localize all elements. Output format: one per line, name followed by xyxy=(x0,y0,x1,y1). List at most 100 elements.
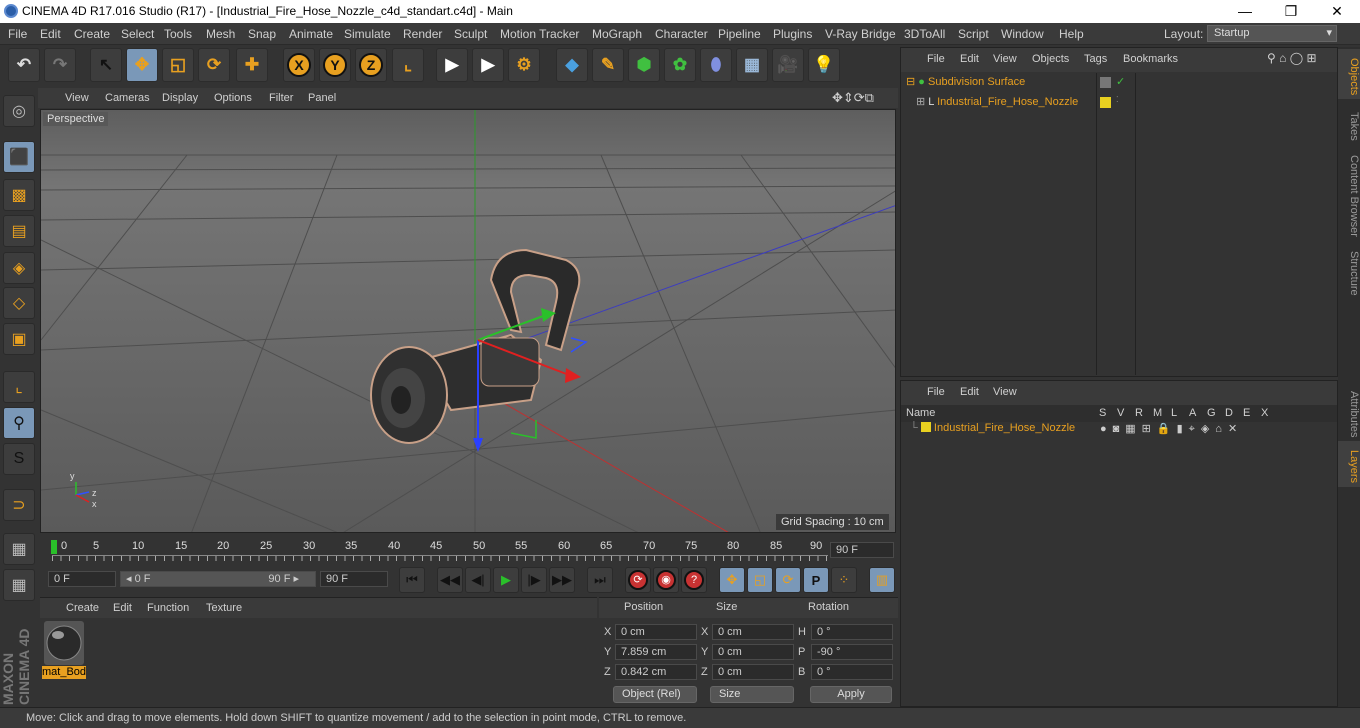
menu-create[interactable]: Create xyxy=(74,27,110,41)
timeline-ruler[interactable]: 0 5 10 15 20 25 30 35 40 45 50 55 60 65 … xyxy=(40,537,896,563)
key-pla-button[interactable]: ⁘ xyxy=(831,567,857,593)
material-preview-icon[interactable] xyxy=(44,621,84,665)
expressions-column[interactable]: E xyxy=(1243,407,1250,419)
menu-help[interactable]: Help xyxy=(1059,27,1084,41)
size-y-field[interactable]: 0 cm xyxy=(712,644,794,660)
menu-3dtoall[interactable]: 3DToAll xyxy=(904,27,945,41)
viewport-menu-options[interactable]: Options xyxy=(214,92,252,104)
tweak-mode-icon[interactable]: ⚲ xyxy=(3,407,35,439)
start-frame-field[interactable]: 0 F xyxy=(48,571,116,587)
texture-mode-icon[interactable]: ▩ xyxy=(3,179,35,211)
tab-content-browser[interactable]: Content Browser xyxy=(1338,145,1360,241)
axis-mode-icon[interactable]: ⌞ xyxy=(3,371,35,403)
menu-vray-bridge[interactable]: V-Ray Bridge xyxy=(825,27,896,41)
material-menu-function[interactable]: Function xyxy=(147,602,189,614)
menu-snap[interactable]: Snap xyxy=(248,27,276,41)
material-name-label[interactable]: mat_Bod xyxy=(42,666,86,679)
key-parameter-button[interactable]: P xyxy=(803,567,829,593)
floor-button[interactable]: ▦ xyxy=(736,48,768,82)
menu-mesh[interactable]: Mesh xyxy=(206,27,235,41)
scale-tool-button[interactable]: ◱ xyxy=(162,48,194,82)
locked-column[interactable]: L xyxy=(1171,407,1177,419)
position-z-field[interactable]: 0.842 cm xyxy=(615,664,697,680)
menu-sculpt[interactable]: Sculpt xyxy=(454,27,487,41)
xref-column[interactable]: X xyxy=(1261,407,1268,419)
current-frame-field[interactable]: 90 F xyxy=(830,542,894,558)
rotation-b-field[interactable]: 0 ° xyxy=(811,664,893,680)
coordinate-system-button[interactable]: ⌞ xyxy=(392,48,424,82)
object-menu-file[interactable]: File xyxy=(927,53,945,65)
collapse-icon[interactable]: ⊟ xyxy=(906,76,915,88)
redo-button[interactable]: ↷ xyxy=(44,48,76,82)
go-to-start-button[interactable]: ⏮ xyxy=(399,567,425,593)
layer-menu-view[interactable]: View xyxy=(993,386,1017,398)
coordinate-mode-dropdown[interactable]: Object (Rel) xyxy=(613,686,697,703)
apply-button[interactable]: Apply xyxy=(810,686,892,703)
rotate-tool-button[interactable]: ⟳ xyxy=(198,48,230,82)
close-button[interactable]: ✕ xyxy=(1314,0,1360,23)
object-menu-view[interactable]: View xyxy=(993,53,1017,65)
workplane-icon[interactable]: ▦ xyxy=(3,569,35,601)
make-editable-icon[interactable]: ◎ xyxy=(3,95,35,127)
undo-button[interactable]: ↶ xyxy=(8,48,40,82)
y-axis-lock-button[interactable]: Y xyxy=(319,48,351,82)
menu-mograph[interactable]: MoGraph xyxy=(592,27,642,41)
light-button[interactable]: 💡 xyxy=(808,48,840,82)
play-button[interactable]: ▶ xyxy=(493,567,519,593)
expand-icon[interactable]: ⊞ xyxy=(916,96,925,108)
previous-key-button[interactable]: ◀◀ xyxy=(437,567,463,593)
render-picture-viewer-button[interactable]: ▶ xyxy=(472,48,504,82)
tab-structure[interactable]: Structure xyxy=(1338,241,1360,299)
viewport-menu-cameras[interactable]: Cameras xyxy=(105,92,150,104)
layer-row[interactable]: └ Industrial_Fire_Hose_Nozzle ●◙▦⊞🔒▮⌖◈⌂✕ xyxy=(910,422,1335,441)
rotation-p-field[interactable]: -90 ° xyxy=(811,644,893,660)
animation-column[interactable]: A xyxy=(1189,407,1196,419)
tab-objects[interactable]: Objects xyxy=(1338,49,1360,99)
material-menu-texture[interactable]: Texture xyxy=(206,602,242,614)
autokeying-button[interactable]: ◉ xyxy=(653,567,679,593)
menu-select[interactable]: Select xyxy=(121,27,154,41)
lock-workplane-icon[interactable]: ▦ xyxy=(3,533,35,565)
position-y-field[interactable]: 7.859 cm xyxy=(615,644,697,660)
menu-pipeline[interactable]: Pipeline xyxy=(718,27,761,41)
layer-color-swatch-icon[interactable] xyxy=(920,422,931,432)
viewport-menu-view[interactable]: View xyxy=(65,92,89,104)
menu-edit[interactable]: Edit xyxy=(40,27,61,41)
deformers-column[interactable]: D xyxy=(1225,407,1233,419)
subdivision-surface-button[interactable]: ⬢ xyxy=(628,48,660,82)
material-menu-create[interactable]: Create xyxy=(66,602,99,614)
cloner-button[interactable]: ✿ xyxy=(664,48,696,82)
render-settings-button[interactable]: ⚙ xyxy=(508,48,540,82)
menu-simulate[interactable]: Simulate xyxy=(344,27,391,41)
menu-file[interactable]: File xyxy=(8,27,27,41)
menu-plugins[interactable]: Plugins xyxy=(773,27,812,41)
search-icon[interactable]: ⚲ ⌂ ◯ ⊞ xyxy=(1267,51,1317,65)
render-view-button[interactable]: ▶ xyxy=(436,48,468,82)
viewport-menu-filter[interactable]: Filter xyxy=(269,92,293,104)
enabled-check-icon[interactable]: ✓ xyxy=(1116,75,1125,88)
visible-column[interactable]: V xyxy=(1117,407,1124,419)
edges-mode-icon[interactable]: ◇ xyxy=(3,287,35,319)
layer-menu-file[interactable]: File xyxy=(927,386,945,398)
object-menu-objects[interactable]: Objects xyxy=(1032,53,1069,65)
layout-dropdown[interactable]: Startup ▾ xyxy=(1207,25,1337,42)
points-mode-icon[interactable]: ◈ xyxy=(3,252,35,284)
maximize-button[interactable]: ❐ xyxy=(1268,0,1314,23)
menu-tools[interactable]: Tools xyxy=(164,27,192,41)
object-row[interactable]: ⊟ ● Subdivision Surface xyxy=(906,75,1096,94)
manager-column[interactable]: M xyxy=(1153,407,1162,419)
tab-takes[interactable]: Takes xyxy=(1338,101,1360,145)
menu-animate[interactable]: Animate xyxy=(289,27,333,41)
deformer-button[interactable]: ⬮ xyxy=(700,48,732,82)
size-z-field[interactable]: 0 cm xyxy=(712,664,794,680)
end-frame-field[interactable]: 90 F xyxy=(320,571,388,587)
camera-button[interactable]: 🎥 xyxy=(772,48,804,82)
z-axis-lock-button[interactable]: Z xyxy=(355,48,387,82)
pen-spline-button[interactable]: ✎ xyxy=(592,48,624,82)
keyframe-selection-button[interactable]: ? xyxy=(681,567,707,593)
workplane-mode-icon[interactable]: ▤ xyxy=(3,215,35,247)
go-to-end-button[interactable]: ⏭ xyxy=(587,567,613,593)
solo-mode-icon[interactable]: S xyxy=(3,443,35,475)
layer-swatch-icon[interactable] xyxy=(1100,77,1111,88)
key-position-button[interactable]: ✥ xyxy=(719,567,745,593)
